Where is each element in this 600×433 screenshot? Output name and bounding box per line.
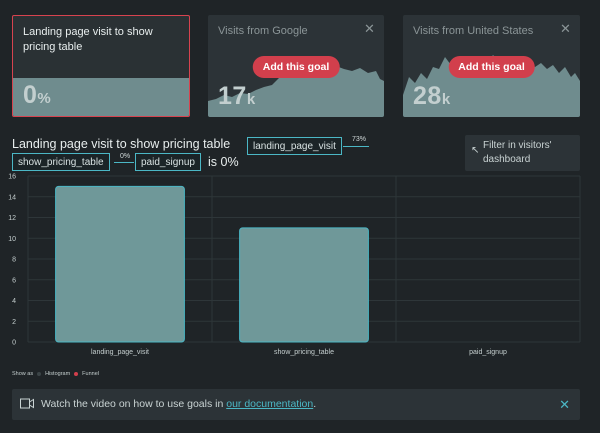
help-text: Watch the video on how to use goals in o… bbox=[41, 398, 317, 410]
step-pct: 0% bbox=[120, 153, 131, 160]
legend-option-histogram[interactable]: Histogram bbox=[45, 371, 70, 377]
x-tick-label: paid_signup bbox=[469, 349, 507, 356]
close-icon[interactable]: ✕ bbox=[559, 397, 570, 413]
add-goal-button[interactable]: Add this goal bbox=[448, 56, 535, 78]
y-tick-label: 8 bbox=[12, 257, 16, 264]
bar-landing-page-visit[interactable] bbox=[55, 185, 185, 343]
goal-card-value: 28k bbox=[413, 82, 451, 110]
goal-card-us[interactable]: Visits from United States ✕ Add this goa… bbox=[403, 15, 580, 117]
funnel-title: Landing page visit to show pricing table bbox=[12, 137, 231, 151]
step-pct: 73% bbox=[352, 136, 367, 143]
bar-show-pricing-table[interactable] bbox=[239, 227, 369, 343]
y-tick-label: 14 bbox=[8, 194, 16, 201]
y-tick-label: 4 bbox=[12, 298, 16, 305]
add-goal-button[interactable]: Add this goal bbox=[252, 56, 340, 78]
funnel-result: is 0% bbox=[208, 155, 239, 169]
y-tick-label: 16 bbox=[8, 174, 16, 181]
y-tick-label: 2 bbox=[12, 319, 16, 326]
goal-card-value: 17k bbox=[218, 82, 256, 110]
documentation-link[interactable]: our documentation bbox=[226, 398, 313, 410]
funnel-histogram-chart: 0 2 4 6 8 10 12 14 16 landing_page_visit show_pri… bbox=[8, 174, 581, 356]
step-chip-landing-page-visit[interactable]: landing_page_visit bbox=[247, 137, 342, 155]
funnel-dot[interactable] bbox=[74, 372, 79, 376]
histogram-dot[interactable] bbox=[37, 372, 42, 376]
step-chip-paid-signup[interactable]: paid_signup bbox=[135, 153, 201, 171]
legend-label: Show as bbox=[12, 371, 34, 377]
goal-card-title: Visits from Google bbox=[218, 25, 308, 37]
step-chip-show-pricing-table[interactable]: show_pricing_table bbox=[12, 153, 110, 171]
x-tick-label: landing_page_visit bbox=[91, 349, 149, 356]
y-tick-label: 0 bbox=[12, 340, 16, 347]
video-camera-icon bbox=[20, 398, 34, 409]
goal-card-value: 0% bbox=[23, 81, 52, 109]
x-tick-label: show_pricing_table bbox=[274, 349, 334, 356]
show-as-legend: Show as Histogram Funnel bbox=[12, 371, 99, 377]
y-tick-label: 10 bbox=[8, 236, 16, 243]
close-icon[interactable]: ✕ bbox=[364, 22, 375, 35]
arrow-up-left-icon: ↖ bbox=[471, 145, 480, 156]
goal-card-pricing[interactable]: Landing page visit to show pricing table… bbox=[12, 15, 190, 117]
help-banner: Watch the video on how to use goals in o… bbox=[12, 389, 580, 420]
y-tick-label: 6 bbox=[12, 277, 16, 284]
filter-label: Filter in visitors' dashboard bbox=[483, 140, 552, 165]
close-icon[interactable]: ✕ bbox=[560, 22, 571, 35]
step-connector bbox=[114, 162, 134, 163]
step-connector bbox=[343, 146, 369, 147]
goal-card-google[interactable]: Visits from Google ✕ Add this goal 17k bbox=[208, 15, 384, 117]
filter-visitors-button[interactable]: ↖ Filter in visitors' dashboard bbox=[465, 135, 580, 171]
y-tick-label: 12 bbox=[8, 215, 16, 222]
legend-option-funnel[interactable]: Funnel bbox=[82, 371, 99, 377]
goal-card-title: Landing page visit to show pricing table bbox=[23, 26, 153, 53]
